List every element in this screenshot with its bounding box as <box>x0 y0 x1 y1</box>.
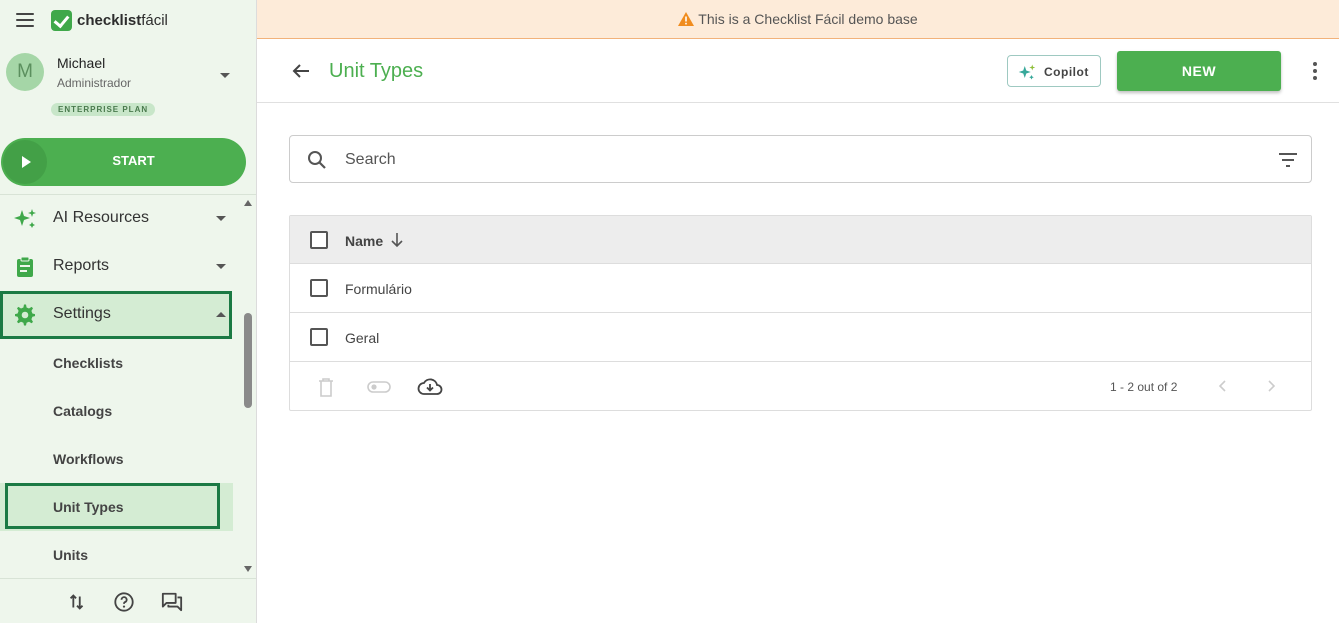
chevron-left-icon[interactable] <box>1215 378 1231 394</box>
chevron-down-icon <box>216 264 226 269</box>
sidebar-item-label: AI Resources <box>53 209 150 226</box>
sidebar-subitem-label: Units <box>53 547 88 563</box>
scroll-down-arrow-icon[interactable] <box>244 566 252 572</box>
user-name: Michael <box>57 55 106 71</box>
user-role: Administrador <box>57 76 132 90</box>
page-title: Unit Types <box>329 60 424 82</box>
sidebar-item-settings[interactable]: Settings <box>0 291 232 339</box>
copilot-button[interactable]: Copilot <box>1007 55 1101 87</box>
sidebar-item-label: Reports <box>53 257 110 274</box>
avatar[interactable]: M <box>6 53 44 91</box>
sidebar-footer <box>0 578 256 623</box>
sidebar-item-reports[interactable]: Reports <box>0 243 235 291</box>
unit-types-table: Name Formulário Geral 1 - 2 out of 2 <box>289 215 1312 411</box>
sort-arrow-down-icon[interactable] <box>389 232 405 248</box>
start-button[interactable]: START <box>1 138 246 186</box>
sidebar-scrollbar[interactable] <box>243 198 253 576</box>
sparkles-icon <box>1018 64 1036 80</box>
more-options-icon[interactable] <box>1311 62 1319 82</box>
column-header-name[interactable]: Name <box>345 233 383 249</box>
sidebar-subitem-label: Workflows <box>53 451 124 467</box>
sidebar-subitem-label: Checklists <box>53 355 124 371</box>
app-logo[interactable]: checklistfácil <box>51 10 168 31</box>
menu-icon[interactable] <box>16 13 34 27</box>
demo-banner: This is a Checklist Fácil demo base <box>257 0 1339 39</box>
chevron-right-icon[interactable] <box>1263 378 1279 394</box>
new-button[interactable]: NEW <box>1117 51 1281 91</box>
table-header: Name <box>290 216 1311 264</box>
toggle-icon[interactable] <box>367 375 391 399</box>
sidebar-subitem-label: Catalogs <box>53 403 113 419</box>
filter-icon[interactable] <box>1278 152 1298 168</box>
clipboard-icon <box>17 256 33 277</box>
sidebar-subitem-catalogs[interactable]: Catalogs <box>0 387 233 435</box>
chat-icon[interactable] <box>161 591 183 613</box>
cell-name: Geral <box>345 330 380 346</box>
sidebar-subitem-workflows[interactable]: Workflows <box>0 435 233 483</box>
scroll-up-arrow-icon[interactable] <box>244 200 252 206</box>
sparkles-icon <box>14 209 36 228</box>
sidebar-item-ai-resources[interactable]: AI Resources <box>0 195 235 243</box>
sidebar-item-label: Settings <box>53 305 111 322</box>
start-label: START <box>112 153 155 168</box>
cloud-download-icon[interactable] <box>417 375 443 399</box>
logo-check-icon <box>51 10 72 31</box>
select-all-checkbox[interactable] <box>310 231 328 249</box>
sidebar: checklistfácil M Michael Administrador E… <box>0 0 257 623</box>
chevron-up-icon <box>216 312 226 317</box>
table-footer: 1 - 2 out of 2 <box>290 363 1311 411</box>
logo-text: checklistfácil <box>77 12 168 29</box>
banner-text: This is a Checklist Fácil demo base <box>698 11 918 27</box>
highlight-box <box>5 483 220 529</box>
sidebar-nav: AI Resources Reports Settings Checklists <box>0 195 240 578</box>
search-bar <box>289 135 1312 183</box>
warning-icon <box>678 12 695 26</box>
help-icon[interactable] <box>113 591 135 613</box>
page-header: Unit Types Copilot NEW <box>257 40 1339 103</box>
copilot-label: Copilot <box>1044 65 1089 79</box>
table-row[interactable]: Geral <box>290 313 1311 362</box>
sidebar-subitem-units[interactable]: Units <box>0 531 233 578</box>
search-input[interactable] <box>345 146 1245 174</box>
cell-name: Formulário <box>345 281 412 297</box>
chevron-down-icon <box>216 216 226 221</box>
row-checkbox[interactable] <box>310 279 328 297</box>
plan-badge: ENTERPRISE PLAN <box>51 103 156 116</box>
user-menu-caret-icon[interactable] <box>220 73 230 78</box>
scrollbar-thumb[interactable] <box>244 313 252 408</box>
sidebar-subitem-checklists[interactable]: Checklists <box>0 339 233 387</box>
back-arrow-icon[interactable] <box>291 61 311 81</box>
trash-icon[interactable] <box>318 375 334 399</box>
row-checkbox[interactable] <box>310 328 328 346</box>
sort-arrows-icon[interactable] <box>66 591 88 613</box>
gear-icon <box>15 304 35 326</box>
table-row[interactable]: Formulário <box>290 264 1311 313</box>
pagination-info: 1 - 2 out of 2 <box>1110 380 1178 394</box>
search-icon <box>308 151 326 169</box>
